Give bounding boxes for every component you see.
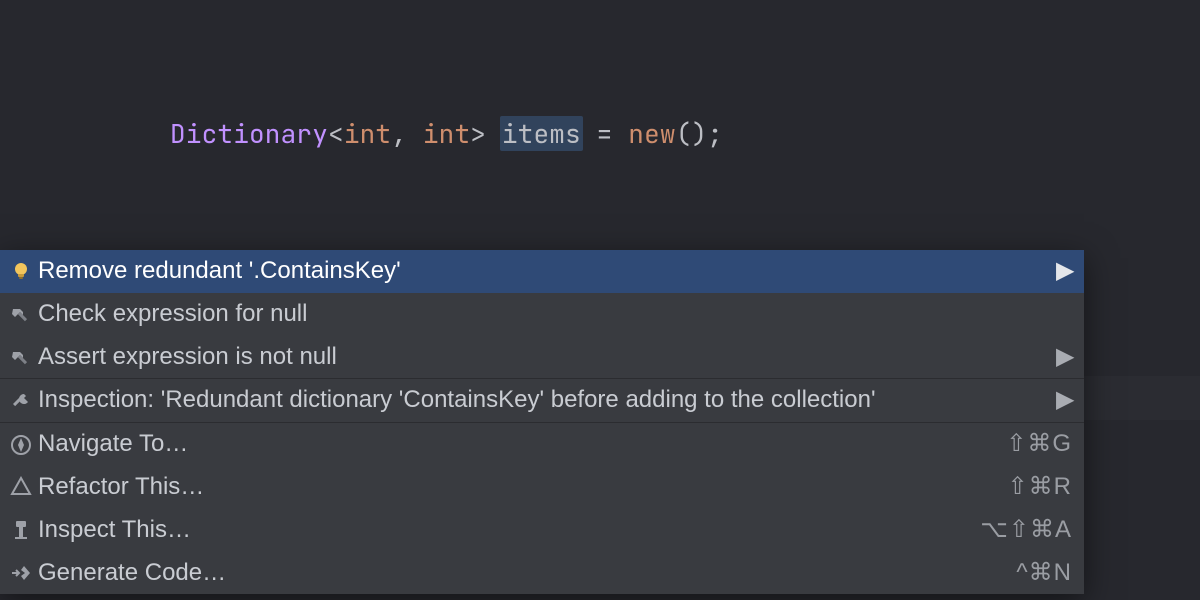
- popup-item[interactable]: Refactor This…⇧⌘R: [0, 466, 1084, 509]
- code-line-blank: [170, 200, 1200, 244]
- popup-item[interactable]: Assert expression is not null▶: [0, 336, 1084, 379]
- hammer-icon: [10, 346, 32, 368]
- popup-item-label: Navigate To…: [38, 427, 1000, 462]
- popup-item-label: Inspect This…: [38, 513, 974, 548]
- keyboard-shortcut: ^⌘N: [1016, 556, 1072, 591]
- popup-item[interactable]: Inspect This…⌥⇧⌘A: [0, 509, 1084, 552]
- popup-item-label: Check expression for null: [38, 297, 1072, 332]
- chevron-right-icon: ▶: [1056, 340, 1072, 375]
- popup-item[interactable]: Inspection: 'Redundant dictionary 'Conta…: [0, 378, 1084, 422]
- popup-item-label: Inspection: 'Redundant dictionary 'Conta…: [38, 383, 1050, 418]
- wrench-icon: [10, 390, 32, 412]
- token-identifier-items: items: [500, 116, 583, 151]
- popup-item-label: Remove redundant '.ContainsKey': [38, 254, 1050, 289]
- inspect-icon: [10, 519, 32, 541]
- keyboard-shortcut: ⌥⇧⌘A: [980, 513, 1072, 548]
- shape-icon: [10, 476, 32, 498]
- code-line: Dictionary<int, int> items = new();: [170, 112, 1200, 156]
- chevron-right-icon: ▶: [1056, 383, 1072, 418]
- popup-item[interactable]: Navigate To…⇧⌘G: [0, 422, 1084, 466]
- keyboard-shortcut: ⇧⌘G: [1006, 427, 1072, 462]
- intention-actions-popup[interactable]: Remove redundant '.ContainsKey'▶Check ex…: [0, 250, 1084, 594]
- chevron-right-icon: ▶: [1056, 254, 1072, 289]
- generate-icon: [10, 562, 32, 584]
- keyboard-shortcut: ⇧⌘R: [1008, 470, 1072, 505]
- hammer-icon: [10, 303, 32, 325]
- popup-item[interactable]: Remove redundant '.ContainsKey'▶: [0, 250, 1084, 293]
- bulb-icon: [10, 260, 32, 282]
- popup-item[interactable]: Check expression for null: [0, 293, 1084, 336]
- popup-item[interactable]: Generate Code…^⌘N: [0, 552, 1084, 595]
- token-type: Dictionary: [170, 116, 328, 151]
- popup-item-label: Assert expression is not null: [38, 340, 1050, 375]
- popup-item-label: Generate Code…: [38, 556, 1010, 591]
- compass-icon: [10, 434, 32, 456]
- popup-item-label: Refactor This…: [38, 470, 1002, 505]
